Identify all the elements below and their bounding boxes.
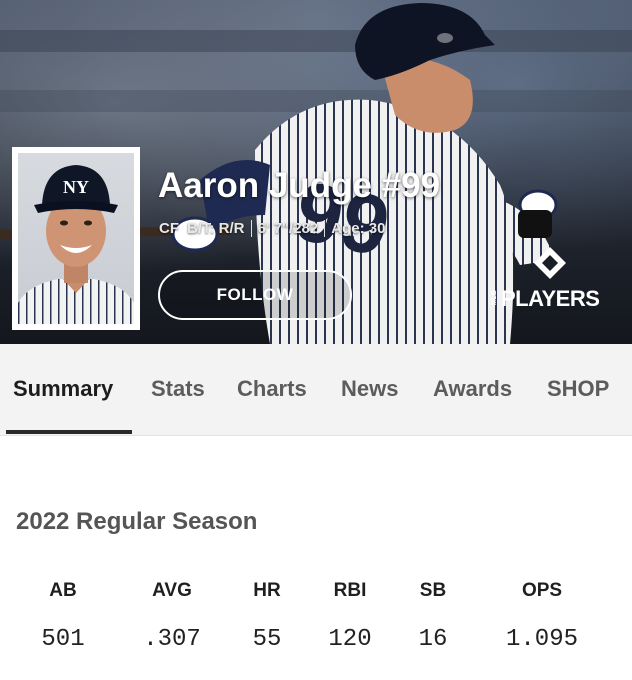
player-position: CF — [159, 220, 179, 237]
tab-shop[interactable]: SHOP — [547, 376, 609, 402]
tab-awards[interactable]: Awards — [433, 376, 512, 402]
cap-logo: NY — [63, 177, 89, 197]
player-bio: CF B/T: R/R 6' 7"/282 Age: 30 — [159, 220, 385, 237]
mlb-logo-text: PLAYERS — [501, 286, 600, 311]
mlb-logo-small-text: MLB — [491, 290, 498, 306]
stat-header-sb: SB — [419, 580, 447, 601]
follow-button[interactable]: FOLLOW — [158, 270, 352, 320]
separator — [324, 220, 326, 237]
stat-header-ab: AB — [49, 580, 77, 601]
player-name: Aaron Judge #99 — [158, 166, 441, 205]
player-headshot: NY — [12, 147, 140, 330]
stat-value-sb: 16 — [418, 626, 448, 653]
player-bats-throws: B/T: R/R — [187, 220, 245, 237]
stat-value-ab: 501 — [41, 626, 85, 653]
tab-stats[interactable]: Stats — [151, 376, 205, 402]
player-hero-banner: 99 NY Aaron Judge #99 CF B/T: R/R 6' 7"/… — [0, 0, 632, 344]
player-age: Age: 30 — [331, 220, 386, 237]
player-height-weight: 6' 7"/282 — [257, 220, 319, 237]
stat-value-ops: 1.095 — [505, 626, 578, 653]
tab-charts[interactable]: Charts — [237, 376, 307, 402]
diamond-icon — [534, 247, 566, 279]
separator — [250, 220, 252, 237]
tab-summary[interactable]: Summary — [13, 376, 113, 402]
stat-header-ops: OPS — [521, 580, 563, 601]
mlb-players-logo: MLB PLAYERS — [491, 246, 613, 316]
active-tab-indicator — [6, 430, 132, 434]
player-tabs: Summary Stats Charts News Awards SHOP — [0, 344, 632, 436]
season-title: 2022 Regular Season — [16, 508, 258, 535]
player-headshot-image: NY — [18, 165, 134, 324]
tab-news[interactable]: News — [341, 376, 398, 402]
